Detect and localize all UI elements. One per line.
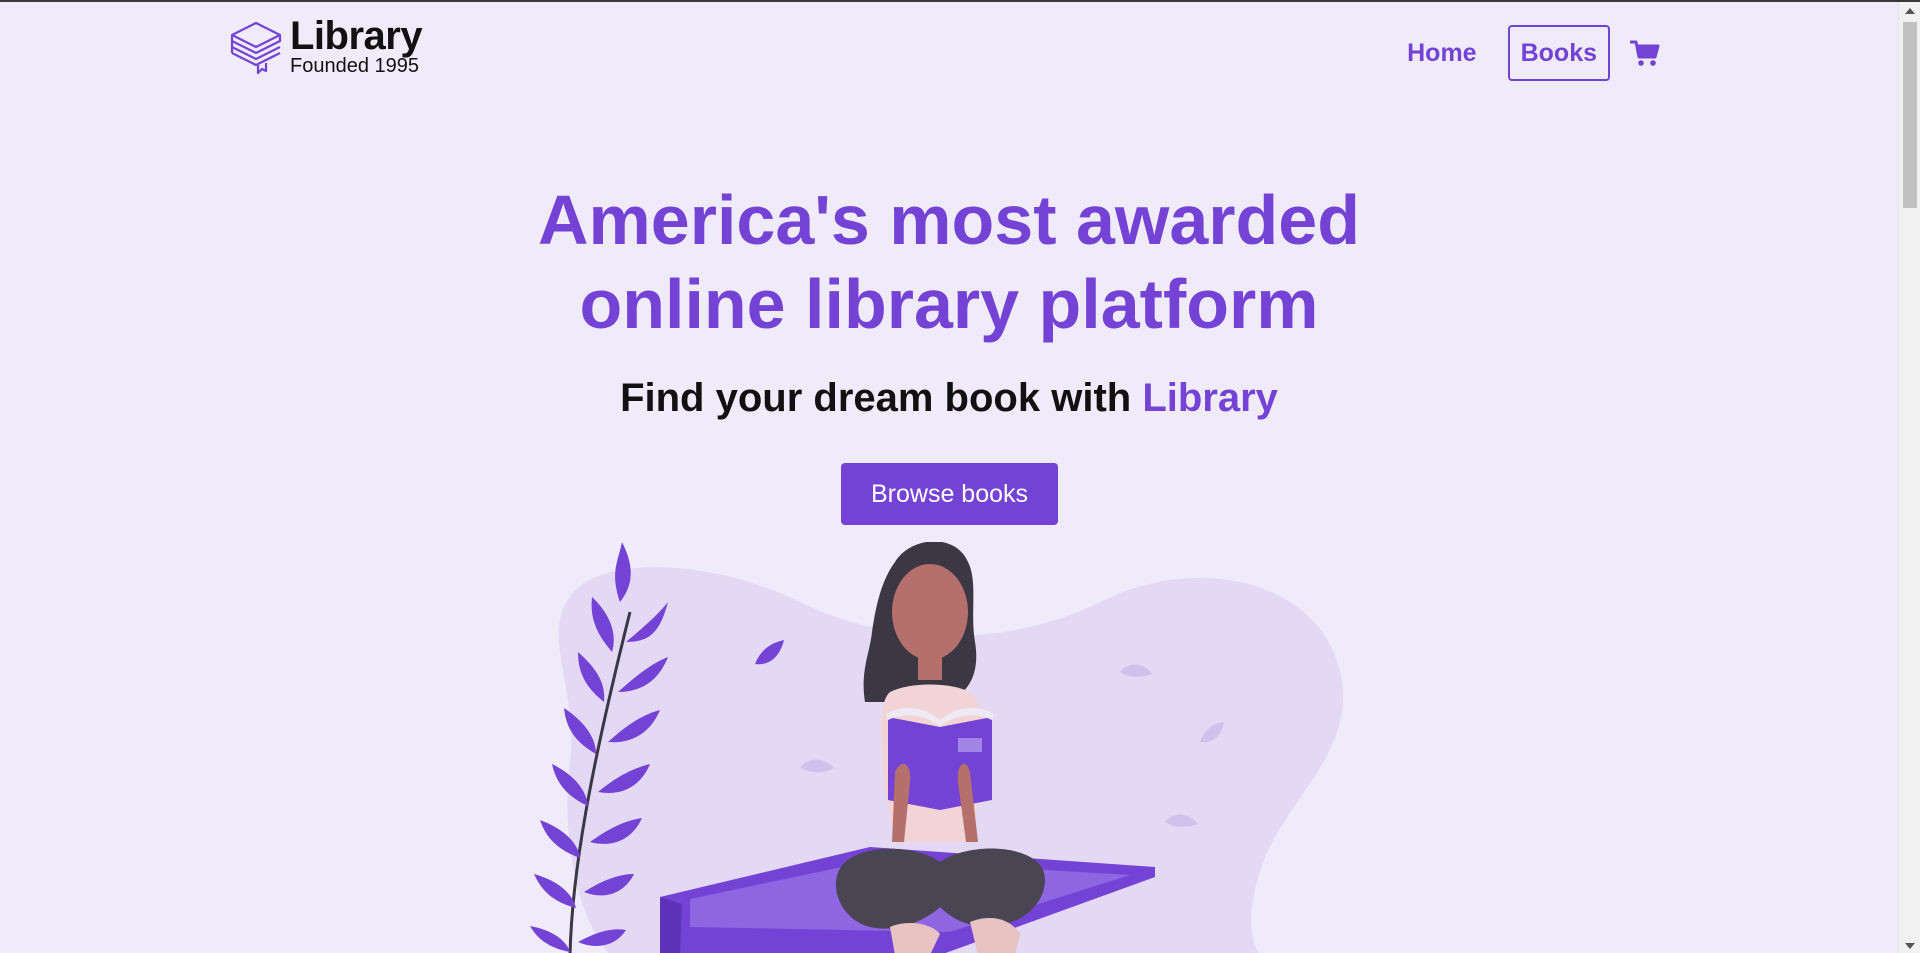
hero-subtitle-accent: Library <box>1142 376 1278 420</box>
brand-subtitle: Founded 1995 <box>290 55 420 77</box>
shopping-cart-icon[interactable] <box>1630 39 1660 67</box>
scroll-up-arrow-icon[interactable] <box>1905 8 1915 14</box>
nav-link-home[interactable]: Home <box>1394 25 1489 81</box>
hero-title: America's most awarded online library pl… <box>0 178 1898 346</box>
scroll-down-arrow-icon[interactable] <box>1905 943 1915 949</box>
top-navigation: Library Founded 1995 Home Books <box>0 2 1898 102</box>
scrollbar-thumb[interactable] <box>1903 22 1917 208</box>
brand-title: Library <box>290 14 423 58</box>
browse-books-button[interactable]: Browse books <box>841 463 1058 525</box>
hero-title-line2: online library platform <box>579 265 1319 343</box>
books-stack-icon <box>230 21 282 75</box>
hero-title-line1: America's most awarded <box>538 181 1360 259</box>
nav-links: Home Books <box>1376 25 1660 81</box>
nav-link-books[interactable]: Books <box>1507 25 1610 81</box>
hero-subtitle-prefix: Find your dream book with <box>620 376 1143 420</box>
page-scrollbar[interactable] <box>1898 2 1920 953</box>
reading-woman-illustration <box>530 542 1344 953</box>
hero-subtitle: Find your dream book with Library <box>0 376 1898 421</box>
brand-logo[interactable]: Library Founded 1995 <box>228 14 423 78</box>
